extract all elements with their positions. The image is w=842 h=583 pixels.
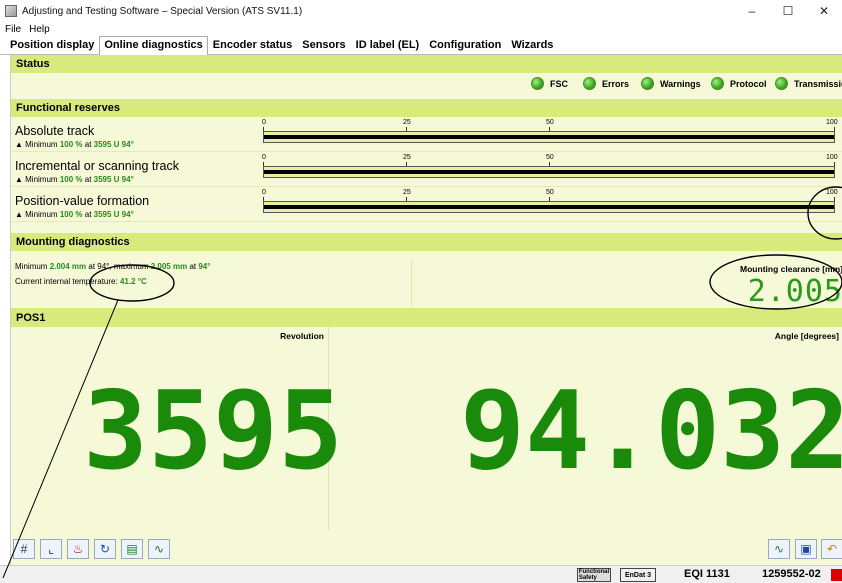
maximize-button[interactable]: ☐ bbox=[770, 0, 806, 22]
led-transmission: Transmission bbox=[775, 77, 842, 90]
app-icon bbox=[5, 5, 17, 17]
reserve-label: Incremental or scanning track bbox=[15, 159, 179, 173]
revolution-value: 3595 bbox=[83, 369, 344, 494]
error-indicator-icon bbox=[831, 569, 842, 581]
reserves-heading: Functional reserves bbox=[11, 99, 842, 117]
reserve-minimum: ▲ Minimum 100 % at 3595 U 94° bbox=[15, 175, 134, 184]
reserve-row-incremental: Incremental or scanning track ▲ Minimum … bbox=[11, 152, 842, 187]
angle-panel: Angle [degrees] 94.0327 bbox=[330, 327, 842, 530]
led-protocol: Protocol bbox=[711, 77, 767, 90]
led-fsc: FSC bbox=[531, 77, 568, 90]
reserve-bar-fill bbox=[264, 170, 834, 174]
close-button[interactable]: ✕ bbox=[806, 0, 842, 22]
refresh-icon[interactable]: ↻ bbox=[94, 539, 116, 559]
led-icon bbox=[711, 77, 724, 90]
tab-sensors[interactable]: Sensors bbox=[297, 36, 350, 54]
window-title: Adjusting and Testing Software – Special… bbox=[22, 5, 303, 17]
angle-title: Angle [degrees] bbox=[774, 331, 839, 341]
led-icon bbox=[583, 77, 596, 90]
export-chart-icon[interactable]: ∿ bbox=[768, 539, 790, 559]
menu-file[interactable]: File bbox=[5, 24, 21, 35]
reserve-label: Absolute track bbox=[15, 124, 95, 138]
chart-icon[interactable]: ∿ bbox=[148, 539, 170, 559]
grid-icon[interactable]: # bbox=[13, 539, 35, 559]
app-window: Adjusting and Testing Software – Special… bbox=[0, 0, 842, 583]
menu-bar: File Help bbox=[0, 22, 842, 36]
tab-id-label[interactable]: ID label (EL) bbox=[351, 36, 425, 54]
revolution-panel: Revolution 3595 bbox=[11, 327, 343, 530]
mounting-details: Minimum 2.004 mm at 94°, maximum 2.005 m… bbox=[11, 260, 412, 307]
diagnostics-panel: Status FSC Errors Warnings Protocol Tran… bbox=[10, 55, 842, 565]
reserve-minimum: ▲ Minimum 100 % at 3595 U 94° bbox=[15, 210, 134, 219]
functional-safety-badge: Functional Safety bbox=[577, 568, 611, 582]
title-bar: Adjusting and Testing Software – Special… bbox=[0, 0, 842, 22]
tab-position-display[interactable]: Position display bbox=[5, 36, 99, 54]
save-icon[interactable]: ▣ bbox=[795, 539, 817, 559]
mounting-clearance: Mounting clearance [mm] 2.005 bbox=[413, 260, 842, 309]
reserve-bar-fill bbox=[264, 205, 834, 209]
internal-temperature: Current internal temperature: 41.2 °C bbox=[15, 277, 147, 286]
endat-badge: EnDat 3 bbox=[620, 568, 656, 582]
angle-value: 94.0327 bbox=[460, 369, 842, 494]
reserve-row-absolute: Absolute track ▲ Minimum 100 % at 3595 U… bbox=[11, 117, 842, 152]
revolution-title: Revolution bbox=[280, 331, 324, 341]
reserve-bar-fill bbox=[264, 135, 834, 139]
mounting-clearance-title: Mounting clearance [mm] bbox=[740, 264, 842, 274]
bottom-toolbar: # ⌞ ♨ ↻ ▤ ∿ ∿ ▣ ↶ bbox=[11, 533, 842, 565]
reserve-row-position-value: Position-value formation ▲ Minimum 100 %… bbox=[11, 187, 842, 222]
tab-online-diagnostics[interactable]: Online diagnostics bbox=[99, 36, 208, 55]
mounting-clearance-value: 2.005 bbox=[747, 274, 842, 309]
mounting-min-max: Minimum 2.004 mm at 94°, maximum 2.005 m… bbox=[15, 262, 211, 271]
document-icon[interactable]: ▤ bbox=[121, 539, 143, 559]
exit-icon[interactable]: ↶ bbox=[821, 539, 842, 559]
status-heading: Status bbox=[11, 55, 842, 73]
tab-configuration[interactable]: Configuration bbox=[424, 36, 506, 54]
menu-help[interactable]: Help bbox=[29, 24, 50, 35]
led-errors: Errors bbox=[583, 77, 629, 90]
tab-encoder-status[interactable]: Encoder status bbox=[208, 36, 297, 54]
minimize-button[interactable]: – bbox=[734, 0, 770, 22]
reserve-bar: 0 25 50 100 bbox=[262, 117, 841, 152]
tab-bar: Position display Online diagnostics Enco… bbox=[0, 36, 842, 55]
led-icon bbox=[641, 77, 654, 90]
status-row: FSC Errors Warnings Protocol Transmissio… bbox=[11, 73, 842, 97]
reserve-minimum: ▲ Minimum 100 % at 3595 U 94° bbox=[15, 140, 134, 149]
pos1-heading: POS1 bbox=[11, 308, 842, 327]
axis-icon[interactable]: ⌞ bbox=[40, 539, 62, 559]
led-warnings: Warnings bbox=[641, 77, 701, 90]
device-name: EQI 1131 bbox=[684, 568, 730, 580]
serial-number: 1259552-02 bbox=[762, 568, 821, 580]
tab-wizards[interactable]: Wizards bbox=[506, 36, 558, 54]
reserve-bar: 0 25 50 100 bbox=[262, 187, 841, 222]
thermometer-icon[interactable]: ♨ bbox=[67, 539, 89, 559]
reserve-bar: 0 25 50 100 bbox=[262, 152, 841, 187]
reserve-label: Position-value formation bbox=[15, 194, 150, 208]
mounting-heading: Mounting diagnostics bbox=[11, 233, 842, 251]
status-bar: Functional Safety EnDat 3 EQI 1131 12595… bbox=[0, 565, 842, 583]
led-icon bbox=[775, 77, 788, 90]
led-icon bbox=[531, 77, 544, 90]
